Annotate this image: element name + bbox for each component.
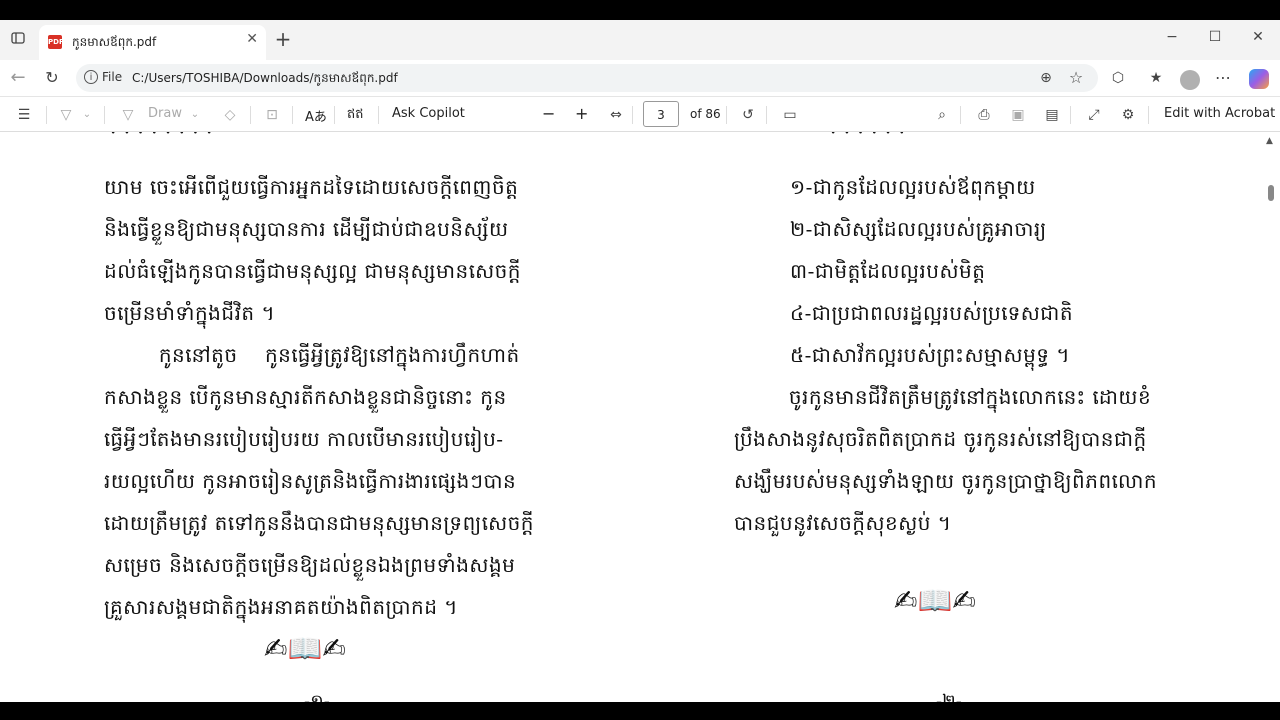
text-line: សម្រេច និងសេចក្ដីចម្រើនឱ្យដល់ខ្លួនឯងព្រម… bbox=[104, 553, 516, 577]
extensions-icon[interactable]: ⬡ bbox=[1108, 68, 1128, 88]
text-line: ដោយត្រឹមត្រូវ តទៅកូននឹងបានជាមនុស្សមានទ្រ… bbox=[104, 511, 535, 535]
cut-off-line: · · · · · · bbox=[830, 132, 906, 144]
text-line: ប្រឹងសាងនូវសុចរិតពិតប្រាកដ ចូរកូនរស់នៅឱ្… bbox=[734, 427, 1147, 451]
refresh-icon[interactable]: ↻ bbox=[42, 68, 62, 88]
ask-copilot-button[interactable]: Ask Copilot bbox=[392, 106, 465, 121]
draw-dropdown-icon[interactable]: ⌄ bbox=[188, 105, 202, 125]
draw-label[interactable]: Draw bbox=[148, 106, 182, 121]
page-number: -១- bbox=[304, 691, 330, 702]
profile-avatar[interactable] bbox=[1180, 70, 1200, 90]
close-window-icon[interactable]: ✕ bbox=[1248, 27, 1268, 47]
tab-strip: PDF កូនមាសឪពុក.pdf ✕ + − ☐ ✕ bbox=[0, 20, 1280, 60]
edit-with-acrobat-button[interactable]: Edit with Acrobat bbox=[1164, 106, 1275, 121]
save-icon[interactable]: ▣ bbox=[1008, 105, 1028, 125]
text-line: ធ្វើអ្វីៗតែងមានរបៀបរៀបរយ កាលបើមានរបៀបរៀប… bbox=[104, 427, 504, 451]
new-tab-icon[interactable]: + bbox=[272, 29, 294, 51]
text-line: កូននៅតូច កូនធ្វើអ្វីត្រូវឱ្យនៅក្នុងការហ្… bbox=[104, 343, 520, 367]
zoom-out-button[interactable]: − bbox=[542, 104, 555, 123]
highlight-dropdown-icon[interactable]: ⌄ bbox=[80, 105, 94, 125]
fullscreen-icon[interactable]: ⤢ bbox=[1084, 105, 1104, 125]
info-icon[interactable]: i bbox=[84, 70, 98, 84]
pdf-page-left: · · · · · · · · យាម ចេះអើពើជួយធ្វើការអ្ន… bbox=[0, 132, 640, 702]
text-line: ១-ជាកូនដែលល្អរបស់ឪពុកម្ដាយ bbox=[790, 175, 1036, 199]
text-line: បានជួបនូវសេចក្ដីសុខស្ងប់ ។ bbox=[734, 511, 952, 535]
text-line: សង្ឃឹមរបស់មនុស្សទាំងឡាយ ចូរកូនប្រាថ្នាឱ្… bbox=[734, 469, 1158, 493]
file-scheme-label: File bbox=[102, 70, 123, 84]
book-ornament-icon: ✍📖✍ bbox=[894, 584, 976, 617]
fit-to-width-icon[interactable]: ⇔ bbox=[606, 105, 626, 125]
text-line: និងធ្វើខ្លួនឱ្យជាមនុស្សបានការ ដើម្បីជាប់… bbox=[104, 217, 509, 241]
cut-off-line: · · · · · · · · bbox=[110, 132, 213, 144]
text-line: ៤-ជាប្រជាពលរដ្ឋល្អរបស់ប្រទេសជាតិ bbox=[790, 301, 1074, 325]
translate-button[interactable]: ឥឥ bbox=[347, 106, 364, 125]
minimize-icon[interactable]: − bbox=[1162, 27, 1182, 47]
print-icon[interactable]: ⎙ bbox=[974, 105, 994, 125]
text-line: យាម ចេះអើពើជួយធ្វើការអ្នកដទៃដោយសេចក្ដីពេ… bbox=[104, 175, 519, 199]
zoom-in-button[interactable]: + bbox=[575, 104, 588, 123]
page-view-icon[interactable]: ▭ bbox=[780, 105, 800, 125]
text-line: ចម្រើនមាំទាំក្នុងជីវិត ។ bbox=[104, 301, 276, 325]
more-menu-icon[interactable]: ⋯ bbox=[1213, 68, 1233, 88]
close-tab-icon[interactable]: ✕ bbox=[246, 31, 258, 47]
maximize-icon[interactable]: ☐ bbox=[1205, 27, 1225, 47]
url-text[interactable]: C:/Users/TOSHIBA/Downloads/កូនមាសឪពុក.pd… bbox=[132, 70, 398, 88]
pdf-content[interactable]: · · · · · · · · យាម ចេះអើពើជួយធ្វើការអ្ន… bbox=[0, 132, 1280, 702]
address-row: ← ↻ i File C:/Users/TOSHIBA/Downloads/កូ… bbox=[0, 60, 1280, 96]
page-number: -២- bbox=[936, 691, 962, 702]
text-line: កសាងខ្លួន បើកូនមានស្មារតីកសាងខ្លួនជានិច្… bbox=[104, 385, 507, 409]
text-line: គ្រួសារសង្គមជាតិក្នុងអនាគតយ៉ាងពិតប្រាកដ … bbox=[104, 595, 458, 619]
save-as-icon[interactable]: ▤ bbox=[1042, 105, 1062, 125]
text-line: ២-ជាសិស្សដែលល្អរបស់គ្រូអាចារ្យ bbox=[790, 217, 1047, 241]
scrollbar-thumb[interactable] bbox=[1268, 185, 1274, 201]
favorites-icon[interactable]: ★ bbox=[1146, 68, 1166, 88]
vertical-scrollbar[interactable]: ▲ ▼ bbox=[1262, 132, 1280, 702]
text-line: ៣-ជាមិត្តដែលល្អរបស់មិត្ត bbox=[790, 259, 986, 283]
text-line: ដល់ធំឡើងកូនបានធ្វើជាមនុស្សល្អ ជាមនុស្សមា… bbox=[104, 259, 522, 283]
pdf-page-right: · · · · · · ១-ជាកូនដែលល្អរបស់ឪពុកម្ដាយ ២… bbox=[640, 132, 1262, 702]
favorite-star-icon[interactable]: ☆ bbox=[1066, 68, 1086, 88]
pdf-toolbar: ☰ ▽ ⌄ ▽ Draw ⌄ ◇ ⊡ Aあ ឥឥ Ask Copilot − +… bbox=[0, 96, 1280, 132]
copilot-icon[interactable] bbox=[1249, 69, 1269, 89]
rotate-icon[interactable]: ↺ bbox=[738, 105, 758, 125]
book-ornament-icon: ✍📖✍ bbox=[264, 632, 346, 665]
tab-title: កូនមាសឪពុក.pdf bbox=[72, 35, 157, 49]
page-number-input[interactable]: 3 bbox=[643, 101, 679, 127]
pdf-file-icon: PDF bbox=[48, 35, 64, 49]
tab-actions-icon[interactable] bbox=[8, 30, 28, 50]
page-total-label: of 86 bbox=[690, 107, 721, 121]
text-box-icon[interactable]: ⊡ bbox=[262, 105, 282, 125]
address-bar[interactable]: i File C:/Users/TOSHIBA/Downloads/កូនមាស… bbox=[76, 64, 1098, 92]
back-icon[interactable]: ← bbox=[8, 68, 28, 88]
text-line: ចូរកូនមានជីវិតត្រឹមត្រូវនៅក្នុងលោកនេះ ដោ… bbox=[734, 385, 1152, 409]
draw-icon[interactable]: ▽ bbox=[118, 105, 138, 125]
contents-icon[interactable]: ☰ bbox=[14, 105, 34, 125]
search-icon[interactable]: ⌕ bbox=[932, 105, 952, 125]
browser-window: PDF កូនមាសឪពុក.pdf ✕ + − ☐ ✕ ← ↻ i File … bbox=[0, 20, 1280, 702]
text-line: រយល្អហើយ កូនអាចរៀនសូត្រនិងធ្វើការងារផ្សេ… bbox=[104, 469, 517, 493]
tab-pdf[interactable]: PDF កូនមាសឪពុក.pdf ✕ bbox=[39, 25, 266, 60]
text-line: ៥-ជាសាវ័កល្អរបស់ព្រះសម្មាសម្ពុទ្ធ ។ bbox=[790, 343, 1071, 367]
zoom-icon[interactable]: ⊕ bbox=[1036, 68, 1056, 88]
read-aloud-button[interactable]: Aあ bbox=[305, 106, 327, 125]
scroll-up-icon[interactable]: ▲ bbox=[1266, 136, 1273, 146]
eraser-icon[interactable]: ◇ bbox=[220, 105, 240, 125]
settings-gear-icon[interactable]: ⚙ bbox=[1118, 105, 1138, 125]
highlight-icon[interactable]: ▽ bbox=[56, 105, 76, 125]
